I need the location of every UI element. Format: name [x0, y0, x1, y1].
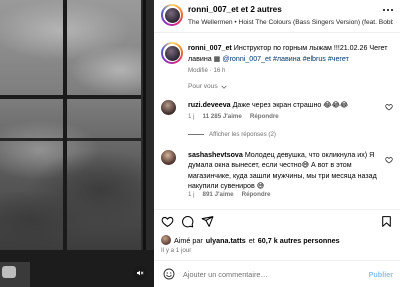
comment-likes[interactable]: 11 285 J'aime: [203, 113, 242, 120]
co-authors-count[interactable]: et 2 autres: [241, 5, 282, 14]
more-options-icon[interactable]: [383, 9, 393, 13]
comments-sort-label: Pour vous: [188, 83, 218, 90]
caption-username[interactable]: ronni_007_et: [188, 44, 232, 52]
save-bookmark-icon[interactable]: [380, 215, 393, 228]
caption-author-avatar[interactable]: [161, 42, 183, 64]
comment-input[interactable]: [183, 267, 358, 281]
edited-label: Modifié: [188, 67, 208, 74]
post-video-frame: [0, 0, 154, 287]
commenter-avatar[interactable]: [161, 100, 176, 115]
author-username[interactable]: ronni_007_et: [188, 5, 239, 14]
chevron-down-icon: [221, 85, 227, 89]
comment-text-block: ruzi.deveeva Даже через экран страшно 😂😂…: [188, 100, 384, 110]
post-media[interactable]: [0, 0, 154, 287]
liked-by-user[interactable]: ulyana.tatts: [206, 236, 246, 245]
audio-track-link[interactable]: The Wellermen • Hoist The Colours (Bass …: [188, 19, 393, 26]
camera-icon: ▦: [213, 54, 221, 63]
comment-meta: 1 j 891 J'aime Répondre: [188, 191, 271, 198]
commenter-avatar[interactable]: [161, 150, 176, 165]
replies-divider: [188, 134, 204, 135]
comment-text: Даже через экран страшно 😂😂😂: [232, 101, 349, 109]
liker-avatar: [161, 235, 171, 245]
speaker-muted-icon: [137, 270, 144, 276]
liked-by-prefix: Aimé par: [174, 235, 203, 245]
comment-time[interactable]: 1 j: [188, 113, 195, 120]
author-avatar[interactable]: [161, 4, 183, 26]
post-time-ago[interactable]: Il y a 1 jour: [161, 247, 191, 254]
hashtag-cheget[interactable]: #чегет: [328, 55, 349, 63]
view-replies-button[interactable]: Afficher les réponses (2): [188, 131, 276, 138]
comment-text-block: sashashevtsova Молодец девушка, что окли…: [188, 150, 384, 192]
post-authors[interactable]: ronni_007_et et 2 autres: [188, 5, 282, 14]
commenter-username[interactable]: sashashevtsova: [188, 151, 243, 159]
share-icon[interactable]: [201, 215, 214, 228]
caption-meta: Modifié · 16 h: [188, 67, 226, 74]
comment-like-icon[interactable]: [385, 156, 393, 164]
post-details-panel: ronni_007_et et 2 autres The Wellermen •…: [154, 0, 400, 287]
publish-button[interactable]: Publier: [369, 270, 393, 279]
comments-sort-dropdown[interactable]: Pour vous: [188, 83, 227, 90]
post-action-bar: [154, 209, 400, 231]
comment-meta: 1 j 11 285 J'aime Répondre: [188, 113, 279, 120]
add-comment-bar: Publier: [154, 260, 400, 287]
hashtag-avalanche[interactable]: #лавина: [273, 55, 301, 63]
caption-mention[interactable]: @ronni_007_et: [222, 55, 271, 63]
comment-likes[interactable]: 891 J'aime: [203, 191, 234, 198]
reply-button[interactable]: Répondre: [242, 191, 271, 198]
emoji-icon[interactable]: [163, 268, 175, 280]
likes-summary[interactable]: Aimé par ulyana.tatts et 60,7 k autres p…: [161, 235, 340, 245]
mute-button[interactable]: [133, 266, 147, 280]
likes-count[interactable]: 60,7 k autres personnes: [258, 236, 340, 245]
hashtag-elbrus[interactable]: #elbrus: [303, 55, 326, 63]
reply-button[interactable]: Répondre: [250, 113, 279, 120]
like-icon[interactable]: [161, 215, 174, 228]
comment-like-icon[interactable]: [385, 103, 393, 111]
post-header: ronni_007_et et 2 autres The Wellermen •…: [154, 0, 400, 33]
comment-icon[interactable]: [181, 215, 194, 228]
view-replies-label: Afficher les réponses (2): [209, 131, 276, 138]
commenter-username[interactable]: ruzi.deveeva: [188, 101, 231, 109]
caption-text-block: ronni_007_et Инструктор по горным лыжам …: [188, 43, 394, 64]
comment-time[interactable]: 1 j: [188, 191, 195, 198]
caption-time[interactable]: 16 h: [213, 67, 225, 74]
liked-by-middle: et: [248, 235, 255, 245]
